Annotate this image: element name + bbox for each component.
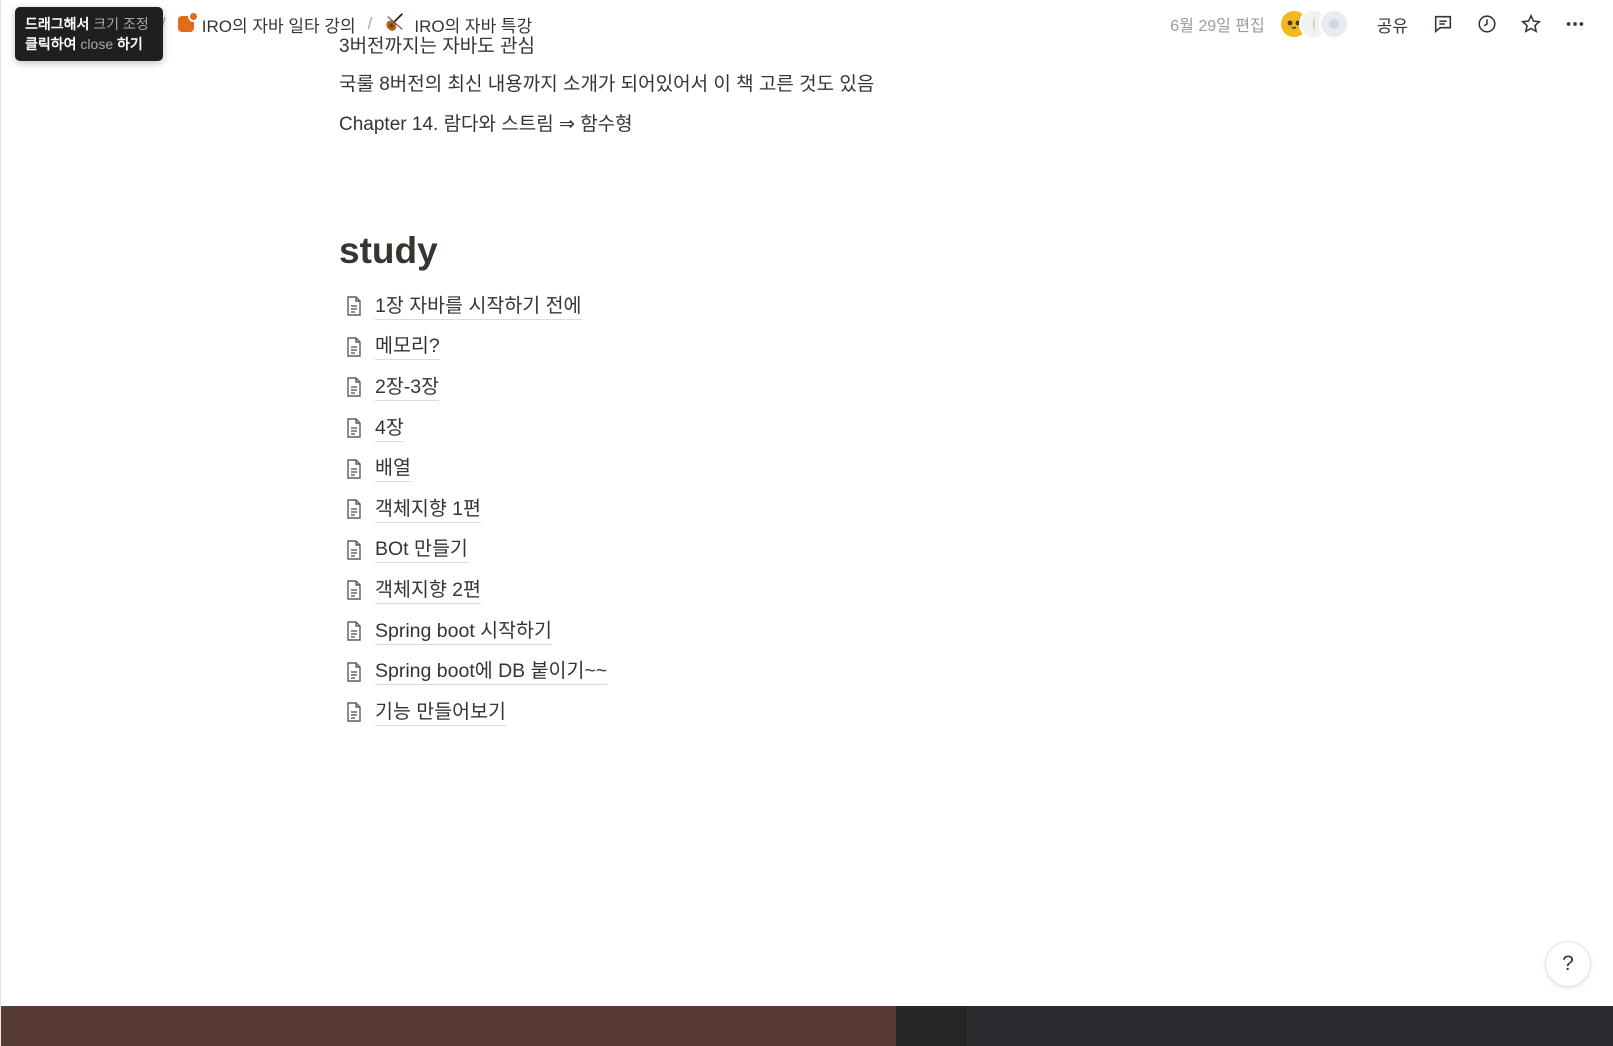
subpage-label: 배열 bbox=[375, 455, 411, 483]
subpage-label: 객체지향 2편 bbox=[375, 577, 481, 604]
subpage-label: 객체지향 1편 bbox=[375, 496, 481, 523]
breadcrumb-item-java-lecture[interactable]: IRO의 자바 일타 강의 bbox=[172, 10, 362, 39]
subpage-link[interactable]: BOt 만들기 bbox=[339, 530, 1239, 571]
share-button[interactable]: 공유 bbox=[1369, 8, 1416, 41]
page-doc-icon bbox=[339, 332, 369, 362]
subpage-link[interactable]: 2장-3장 bbox=[339, 367, 1239, 408]
page-doc-icon bbox=[339, 575, 369, 605]
bottom-strip-segment bbox=[1, 1006, 896, 1046]
history-clock-icon[interactable] bbox=[1470, 8, 1504, 40]
subpage-link[interactable]: 기능 만들어보기 bbox=[339, 692, 1239, 733]
text-block-cut[interactable]: 3버전까지는 자바도 관심 bbox=[339, 36, 1239, 60]
subpage-label: 1장 자바를 시작하기 전에 bbox=[375, 293, 582, 320]
tooltip-line-1: 드래그해서 크기 조정 bbox=[25, 14, 153, 34]
breadcrumb-separator: / bbox=[367, 14, 373, 33]
orange-page-icon bbox=[177, 11, 199, 32]
text-block-cut-text: 3버전까지는 자바도 관심 bbox=[339, 36, 535, 57]
subpage-link[interactable]: 메모리? bbox=[339, 327, 1239, 368]
comment-icon[interactable] bbox=[1426, 8, 1460, 40]
breadcrumb-label: IRO의 자바 특강 bbox=[414, 16, 533, 36]
page-doc-icon bbox=[339, 535, 369, 565]
subpage-label: Spring boot 시작하기 bbox=[375, 618, 552, 645]
help-button[interactable]: ? bbox=[1545, 941, 1591, 987]
subpage-label: 2장-3장 bbox=[375, 374, 440, 401]
notion-page: / IRO의 자바 일타 강의 / IRO의 자바 특강 6월 29일 편집 공… bbox=[0, 0, 1613, 1046]
bottom-strip-segment bbox=[896, 1006, 966, 1046]
subpage-link[interactable]: 객체지향 1편 bbox=[339, 489, 1239, 530]
text-block[interactable]: Chapter 14. 람다와 스트림 ⇒ 함수형 bbox=[339, 110, 1239, 140]
subpage-link[interactable]: 1장 자바를 시작하기 전에 bbox=[339, 286, 1239, 327]
bottom-strip bbox=[1, 1006, 1613, 1046]
subpage-link[interactable]: Spring boot에 DB 붙이기~~ bbox=[339, 651, 1239, 692]
subpage-list: 1장 자바를 시작하기 전에 메모리? 2장-3장 4장 배열 객체지향 1편 bbox=[339, 286, 1239, 733]
text-block[interactable]: 국룰 8버전의 최신 내용까지 소개가 되어있어서 이 책 고른 것도 있음 bbox=[339, 70, 1239, 100]
violin-icon bbox=[384, 11, 406, 38]
tooltip-line-2: 클릭하여 close 하기 bbox=[25, 34, 153, 54]
page-doc-icon bbox=[339, 657, 369, 687]
tooltip-text: close bbox=[76, 36, 114, 52]
tooltip-text: 하기 bbox=[113, 36, 143, 52]
page-doc-icon bbox=[339, 454, 369, 484]
subpage-label: Spring boot에 DB 붙이기~~ bbox=[375, 658, 608, 686]
page-doc-icon bbox=[339, 413, 369, 443]
page-doc-icon bbox=[339, 372, 369, 402]
breadcrumb: / IRO의 자바 일타 강의 / IRO의 자바 특강 bbox=[161, 10, 538, 38]
page-content: 3버전까지는 자바도 관심 국룰 8버전의 최신 내용까지 소개가 되어있어서 … bbox=[339, 36, 1239, 733]
subpage-label: BOt 만들기 bbox=[375, 536, 468, 564]
page-doc-icon bbox=[339, 494, 369, 524]
avatar[interactable] bbox=[1318, 9, 1349, 39]
page-doc-icon bbox=[339, 616, 369, 646]
collaborator-avatars[interactable] bbox=[1278, 9, 1349, 39]
page-doc-icon bbox=[339, 291, 369, 321]
page-doc-icon bbox=[339, 697, 369, 727]
subpage-label: 메모리? bbox=[375, 333, 440, 361]
tooltip-text: 클릭하여 bbox=[25, 36, 77, 52]
subpage-link[interactable]: 객체지향 2편 bbox=[339, 570, 1239, 611]
favorite-star-icon[interactable] bbox=[1514, 8, 1548, 40]
subpage-label: 기능 만들어보기 bbox=[375, 699, 506, 726]
resize-tooltip: 드래그해서 크기 조정 클릭하여 close 하기 bbox=[15, 7, 163, 61]
subpage-link[interactable]: 배열 bbox=[339, 448, 1239, 489]
subpage-label: 4장 bbox=[375, 415, 404, 442]
last-edited-text: 6월 29일 편집 bbox=[1170, 18, 1265, 35]
subpage-link[interactable]: 4장 bbox=[339, 408, 1239, 449]
more-icon[interactable] bbox=[1558, 8, 1592, 40]
subpage-link[interactable]: Spring boot 시작하기 bbox=[339, 611, 1239, 652]
breadcrumb-item-java-special[interactable]: IRO의 자바 특강 bbox=[378, 9, 538, 40]
tooltip-text: 크기 조정 bbox=[89, 16, 149, 32]
section-heading[interactable]: study bbox=[339, 228, 1239, 274]
breadcrumb-label: IRO의 자바 일타 강의 bbox=[201, 16, 356, 36]
bottom-strip-segment bbox=[966, 1006, 1613, 1046]
tooltip-text: 드래그해서 bbox=[25, 16, 90, 32]
